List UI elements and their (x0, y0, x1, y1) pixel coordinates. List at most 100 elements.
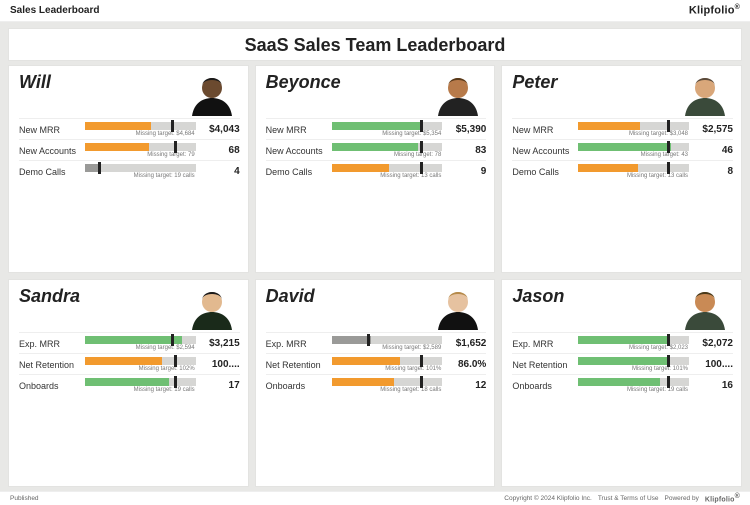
metric-value: 100.... (200, 359, 240, 370)
metric-bar-wrap: Missing target: 101% (578, 357, 689, 372)
metric-bar-wrap: Missing target: $2,589 (332, 336, 443, 351)
leaderboard-card[interactable]: Jason Exp. MRRMissing target: $2,023$2,0… (501, 279, 742, 487)
target-tick (667, 376, 670, 388)
metric-value: 83 (446, 145, 486, 156)
metrics-list: New MRRMissing target: $3,048$2,575 New A… (512, 118, 733, 179)
metric-row: New AccountsMissing target: 7968 (19, 139, 240, 158)
metric-bar-wrap: Missing target: 18 calls (332, 378, 443, 393)
avatar (184, 72, 240, 116)
card-header: Jason (512, 286, 733, 332)
person-name: Beyonce (266, 72, 341, 93)
page-title: Sales Leaderboard (10, 5, 99, 16)
dashboard-title: SaaS Sales Team Leaderboard (8, 28, 742, 61)
metric-row: Net Retention Missing target: 101%86.0% (266, 353, 487, 372)
progress-bar (578, 122, 689, 130)
metric-row: Exp. MRRMissing target: $2,023$2,072 (512, 332, 733, 351)
progress-bar (85, 122, 196, 130)
metric-subnote: Missing target: $5,354 (332, 131, 443, 137)
progress-bar (332, 143, 443, 151)
avatar (430, 72, 486, 116)
metric-subnote: Missing target: 18 calls (332, 387, 443, 393)
footer-bar: Published Copyright © 2024 Klipfolio Inc… (0, 491, 750, 505)
metric-subnote: Missing target: $4,684 (85, 131, 196, 137)
progress-bar (332, 336, 443, 344)
progress-fill (578, 336, 669, 344)
metric-subnote: Missing target: 78 (332, 152, 443, 158)
metric-value: 9 (446, 166, 486, 177)
leaderboard-card[interactable]: Sandra Exp. MRRMissing target: $2,594$3,… (8, 279, 249, 487)
leaderboard-card[interactable]: Beyonce New MRRMissing target: $5,354$5,… (255, 65, 496, 273)
metric-row: Demo CallsMissing target: 13 calls9 (266, 160, 487, 179)
leaderboard-card[interactable]: Peter New MRRMissing target: $3,048$2,57… (501, 65, 742, 273)
metric-subnote: Missing target: 102% (85, 366, 196, 372)
footer-terms[interactable]: Trust & Terms of Use (598, 495, 659, 502)
metric-value: 4 (200, 166, 240, 177)
metric-row: Net Retention Missing target: 101% 100.... (512, 353, 733, 372)
metric-row: OnboardsMissing target: 19 calls16 (512, 374, 733, 393)
target-tick (420, 376, 423, 388)
metric-label: Demo Calls (512, 167, 574, 177)
metric-subnote: Missing target: 13 calls (332, 173, 443, 179)
metric-label: Net Retention (19, 360, 81, 370)
progress-bar (578, 336, 689, 344)
metric-bar-wrap: Missing target: 101% (332, 357, 443, 372)
progress-fill (578, 357, 669, 365)
metric-value: 100.... (693, 359, 733, 370)
progress-fill (578, 164, 638, 172)
metric-label: Net Retention (266, 360, 328, 370)
metric-row: New MRRMissing target: $3,048$2,575 (512, 118, 733, 137)
target-tick (174, 376, 177, 388)
card-header: Peter (512, 72, 733, 118)
metric-value: $3,215 (200, 338, 240, 349)
metric-value: $4,043 (200, 124, 240, 135)
metric-subnote: Missing target: 101% (332, 366, 443, 372)
progress-fill (332, 164, 390, 172)
target-tick (667, 162, 670, 174)
progress-fill (332, 122, 423, 130)
metric-bar-wrap: Missing target: $5,354 (332, 122, 443, 137)
target-tick (420, 355, 423, 367)
metric-value: 86.0% (446, 359, 486, 370)
footer-left: Published (10, 495, 39, 502)
card-header: Sandra (19, 286, 240, 332)
progress-bar (332, 357, 443, 365)
metric-label: Onboards (512, 381, 574, 391)
metric-value: $2,072 (693, 338, 733, 349)
metric-label: New Accounts (512, 146, 574, 156)
metric-subnote: Missing target: 19 calls (85, 173, 196, 179)
metric-row: New AccountsMissing target: 7883 (266, 139, 487, 158)
target-tick (420, 141, 423, 153)
target-tick (174, 355, 177, 367)
metric-label: Net Retention (512, 360, 574, 370)
target-tick (171, 334, 174, 346)
metric-subnote: Missing target: 79 (85, 152, 196, 158)
metrics-list: New MRRMissing target: $5,354$5,390New A… (266, 118, 487, 179)
metric-value: 17 (200, 380, 240, 391)
metric-value: 46 (693, 145, 733, 156)
footer-powered: Powered by (665, 495, 699, 502)
metric-bar-wrap: Missing target: 102% (85, 357, 196, 372)
progress-fill (578, 122, 640, 130)
brand-logo: Klipfolio® (689, 4, 740, 17)
avatar (184, 286, 240, 330)
leaderboard-card[interactable]: Will New MRRMissing target: $4,684$4,043… (8, 65, 249, 273)
metric-label: Exp. MRR (512, 339, 574, 349)
metric-subnote: Missing target: $3,048 (578, 131, 689, 137)
metrics-list: Exp. MRRMissing target: $2,589$1,652 Net … (266, 332, 487, 393)
metric-bar-wrap: Missing target: 19 calls (85, 164, 196, 179)
person-name: Sandra (19, 286, 80, 307)
target-tick (667, 141, 670, 153)
person-name: Peter (512, 72, 557, 93)
canvas: SaaS Sales Team Leaderboard Will New MRR… (0, 22, 750, 491)
metric-row: New MRRMissing target: $5,354$5,390 (266, 118, 487, 137)
metric-label: Demo Calls (19, 167, 81, 177)
metric-subnote: Missing target: 43 (578, 152, 689, 158)
metric-row: Exp. MRRMissing target: $2,589$1,652 (266, 332, 487, 351)
progress-fill (578, 143, 671, 151)
progress-fill (578, 378, 660, 386)
leaderboard-card[interactable]: David Exp. MRRMissing target: $2,589$1,6… (255, 279, 496, 487)
metric-label: New MRR (266, 125, 328, 135)
metrics-list: Exp. MRRMissing target: $2,023$2,072 Net … (512, 332, 733, 393)
target-tick (667, 120, 670, 132)
progress-bar (578, 143, 689, 151)
